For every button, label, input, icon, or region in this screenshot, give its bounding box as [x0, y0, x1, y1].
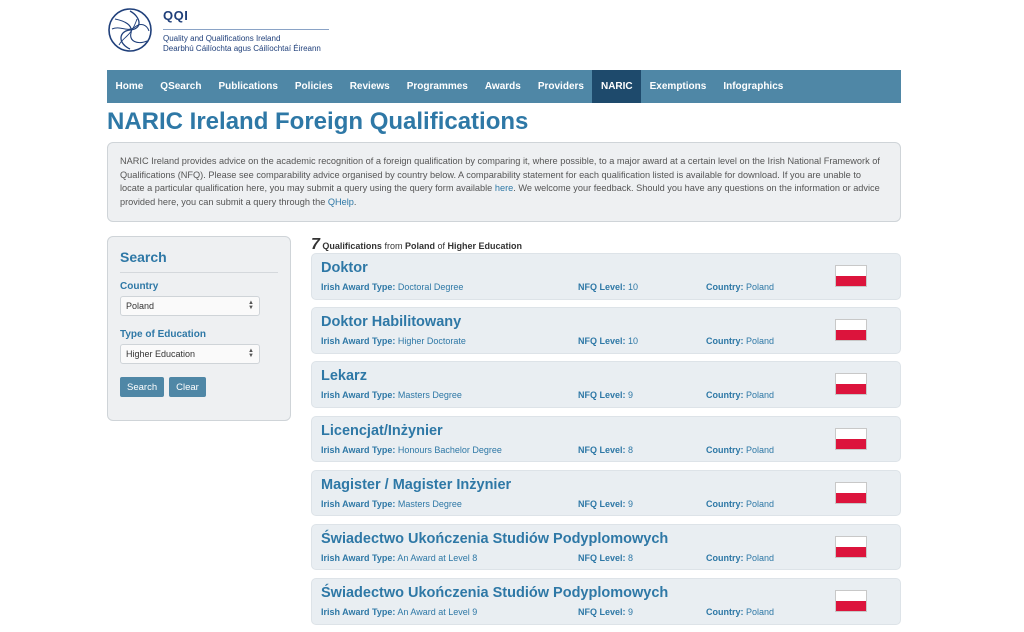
site-header: QQI Quality and Qualifications Ireland D…	[107, 6, 347, 62]
nav-providers[interactable]: Providers	[529, 70, 592, 103]
intro-box: NARIC Ireland provides advice on the aca…	[107, 142, 901, 222]
page-title: NARIC Ireland Foreign Qualifications	[107, 108, 529, 135]
nfq-level: NFQ Level: 9	[578, 607, 634, 618]
nfq-level: NFQ Level: 9	[578, 498, 634, 509]
clear-button[interactable]: Clear	[169, 377, 206, 397]
nav-qsearch[interactable]: QSearch	[152, 70, 210, 103]
poland-flag-icon	[835, 590, 867, 613]
qualification-row[interactable]: Licencjat/Inżynier Irish Award Type: Hon…	[311, 415, 901, 463]
country: Country: Poland	[706, 444, 775, 455]
award-type: Irish Award Type: An Award at Level 8	[321, 552, 478, 563]
education-type-select[interactable]: Higher Education ▲ ▼	[120, 344, 260, 364]
intro-text-3: .	[353, 196, 357, 207]
nfq-level: NFQ Level: 10	[578, 282, 639, 292]
nfq-level: NFQ Level: 9	[578, 390, 634, 401]
qualification-title[interactable]: Doktor Habilitowany	[321, 314, 461, 330]
poland-flag-icon	[835, 427, 867, 450]
country-select-value: Poland	[126, 301, 155, 311]
logo-english-name: Quality and Qualifications Ireland	[163, 34, 281, 43]
results-text-qualifications: Qualifications	[322, 241, 382, 251]
country-select[interactable]: Poland ▲ ▼	[120, 296, 260, 316]
education-type-value: Higher Education	[126, 349, 196, 359]
country-label: Country	[120, 281, 159, 292]
qualification-row[interactable]: Magister / Magister Inżynier Irish Award…	[311, 469, 901, 517]
swirl-logo-icon[interactable]	[107, 7, 153, 53]
results-list: Doktor Irish Award Type: Doctoral Degree…	[311, 253, 901, 632]
search-button[interactable]: Search	[120, 377, 165, 397]
search-title: Search	[120, 249, 278, 273]
poland-flag-icon	[835, 265, 867, 287]
nav-exemptions[interactable]: Exemptions	[641, 70, 715, 103]
logo-text[interactable]: QQI Quality and Qualifications Ireland D…	[163, 8, 329, 53]
nav-reviews[interactable]: Reviews	[341, 70, 398, 103]
nfq-level: NFQ Level: 8	[578, 552, 634, 563]
results-education: Higher Education	[447, 241, 523, 251]
results-text-of: of	[437, 241, 446, 251]
qualification-title[interactable]: Doktor	[321, 260, 368, 276]
country: Country: Poland	[706, 282, 775, 292]
qualification-row[interactable]: Lekarz Irish Award Type: Masters Degree …	[311, 361, 901, 408]
nav-policies[interactable]: Policies	[286, 70, 341, 103]
qhelp-link[interactable]: QHelp	[328, 197, 354, 207]
results-count: 7	[311, 236, 320, 253]
nav-home[interactable]: Home	[107, 70, 152, 103]
poland-flag-icon	[835, 319, 867, 342]
nfq-level: NFQ Level: 8	[578, 444, 634, 455]
select-arrows-icon: ▲ ▼	[248, 348, 254, 359]
search-panel: Search Country Poland ▲ ▼ Type of Educati…	[107, 236, 291, 421]
nav-naric[interactable]: NARIC	[592, 70, 642, 103]
poland-flag-icon	[835, 535, 867, 558]
poland-flag-icon	[835, 481, 867, 504]
qualification-row[interactable]: Świadectwo Ukończenia Studiów Podyplomow…	[311, 578, 901, 625]
country: Country: Poland	[706, 498, 775, 509]
qualification-title[interactable]: Lekarz	[321, 368, 367, 384]
poland-flag-icon	[835, 373, 867, 396]
award-type: Irish Award Type: Masters Degree	[321, 498, 462, 509]
qualification-title[interactable]: Świadectwo Ukończenia Studiów Podyplomow…	[321, 531, 668, 547]
nfq-level: NFQ Level: 10	[578, 336, 639, 347]
main-nav: Home QSearch Publications Policies Revie…	[107, 70, 901, 103]
nav-programmes[interactable]: Programmes	[398, 70, 476, 103]
country: Country: Poland	[706, 552, 775, 563]
logo-abbr: QQI	[163, 8, 329, 30]
qualification-row[interactable]: Świadectwo Ukończenia Studiów Podyplomow…	[311, 523, 901, 571]
nav-infographics[interactable]: Infographics	[715, 70, 792, 103]
results-country: Poland	[404, 241, 435, 251]
qualification-title[interactable]: Magister / Magister Inżynier	[321, 477, 511, 493]
award-type: Irish Award Type: Honours Bachelor Degre…	[321, 444, 502, 455]
education-type-label: Type of Education	[120, 329, 206, 340]
country: Country: Poland	[706, 390, 775, 401]
select-arrows-icon: ▲ ▼	[248, 300, 254, 311]
award-type: Irish Award Type: Higher Doctorate	[321, 336, 466, 347]
country: Country: Poland	[706, 607, 775, 618]
qualification-title[interactable]: Licencjat/Inżynier	[321, 423, 443, 439]
results-summary: 7 Qualifications from Poland of Higher E…	[311, 236, 522, 254]
qualification-row[interactable]: Doktor Irish Award Type: Doctoral Degree…	[311, 253, 901, 300]
nav-publications[interactable]: Publications	[210, 70, 286, 103]
qualification-row[interactable]: Doktor Habilitowany Irish Award Type: Hi…	[311, 307, 901, 354]
award-type: Irish Award Type: Masters Degree	[321, 390, 462, 401]
award-type: Irish Award Type: An Award at Level 9	[321, 607, 478, 618]
logo-irish-name: Dearbhú Cáilíochta agus Cáilíochtaí Éire…	[163, 44, 321, 53]
search-buttons: Search Clear	[120, 377, 278, 397]
award-type: Irish Award Type: Doctoral Degree	[321, 282, 464, 292]
query-form-link[interactable]: here	[495, 183, 513, 193]
qualification-title[interactable]: Świadectwo Ukończenia Studiów Podyplomow…	[321, 585, 668, 601]
nav-awards[interactable]: Awards	[476, 70, 529, 103]
results-text-from: from	[384, 241, 403, 251]
country: Country: Poland	[706, 336, 775, 347]
